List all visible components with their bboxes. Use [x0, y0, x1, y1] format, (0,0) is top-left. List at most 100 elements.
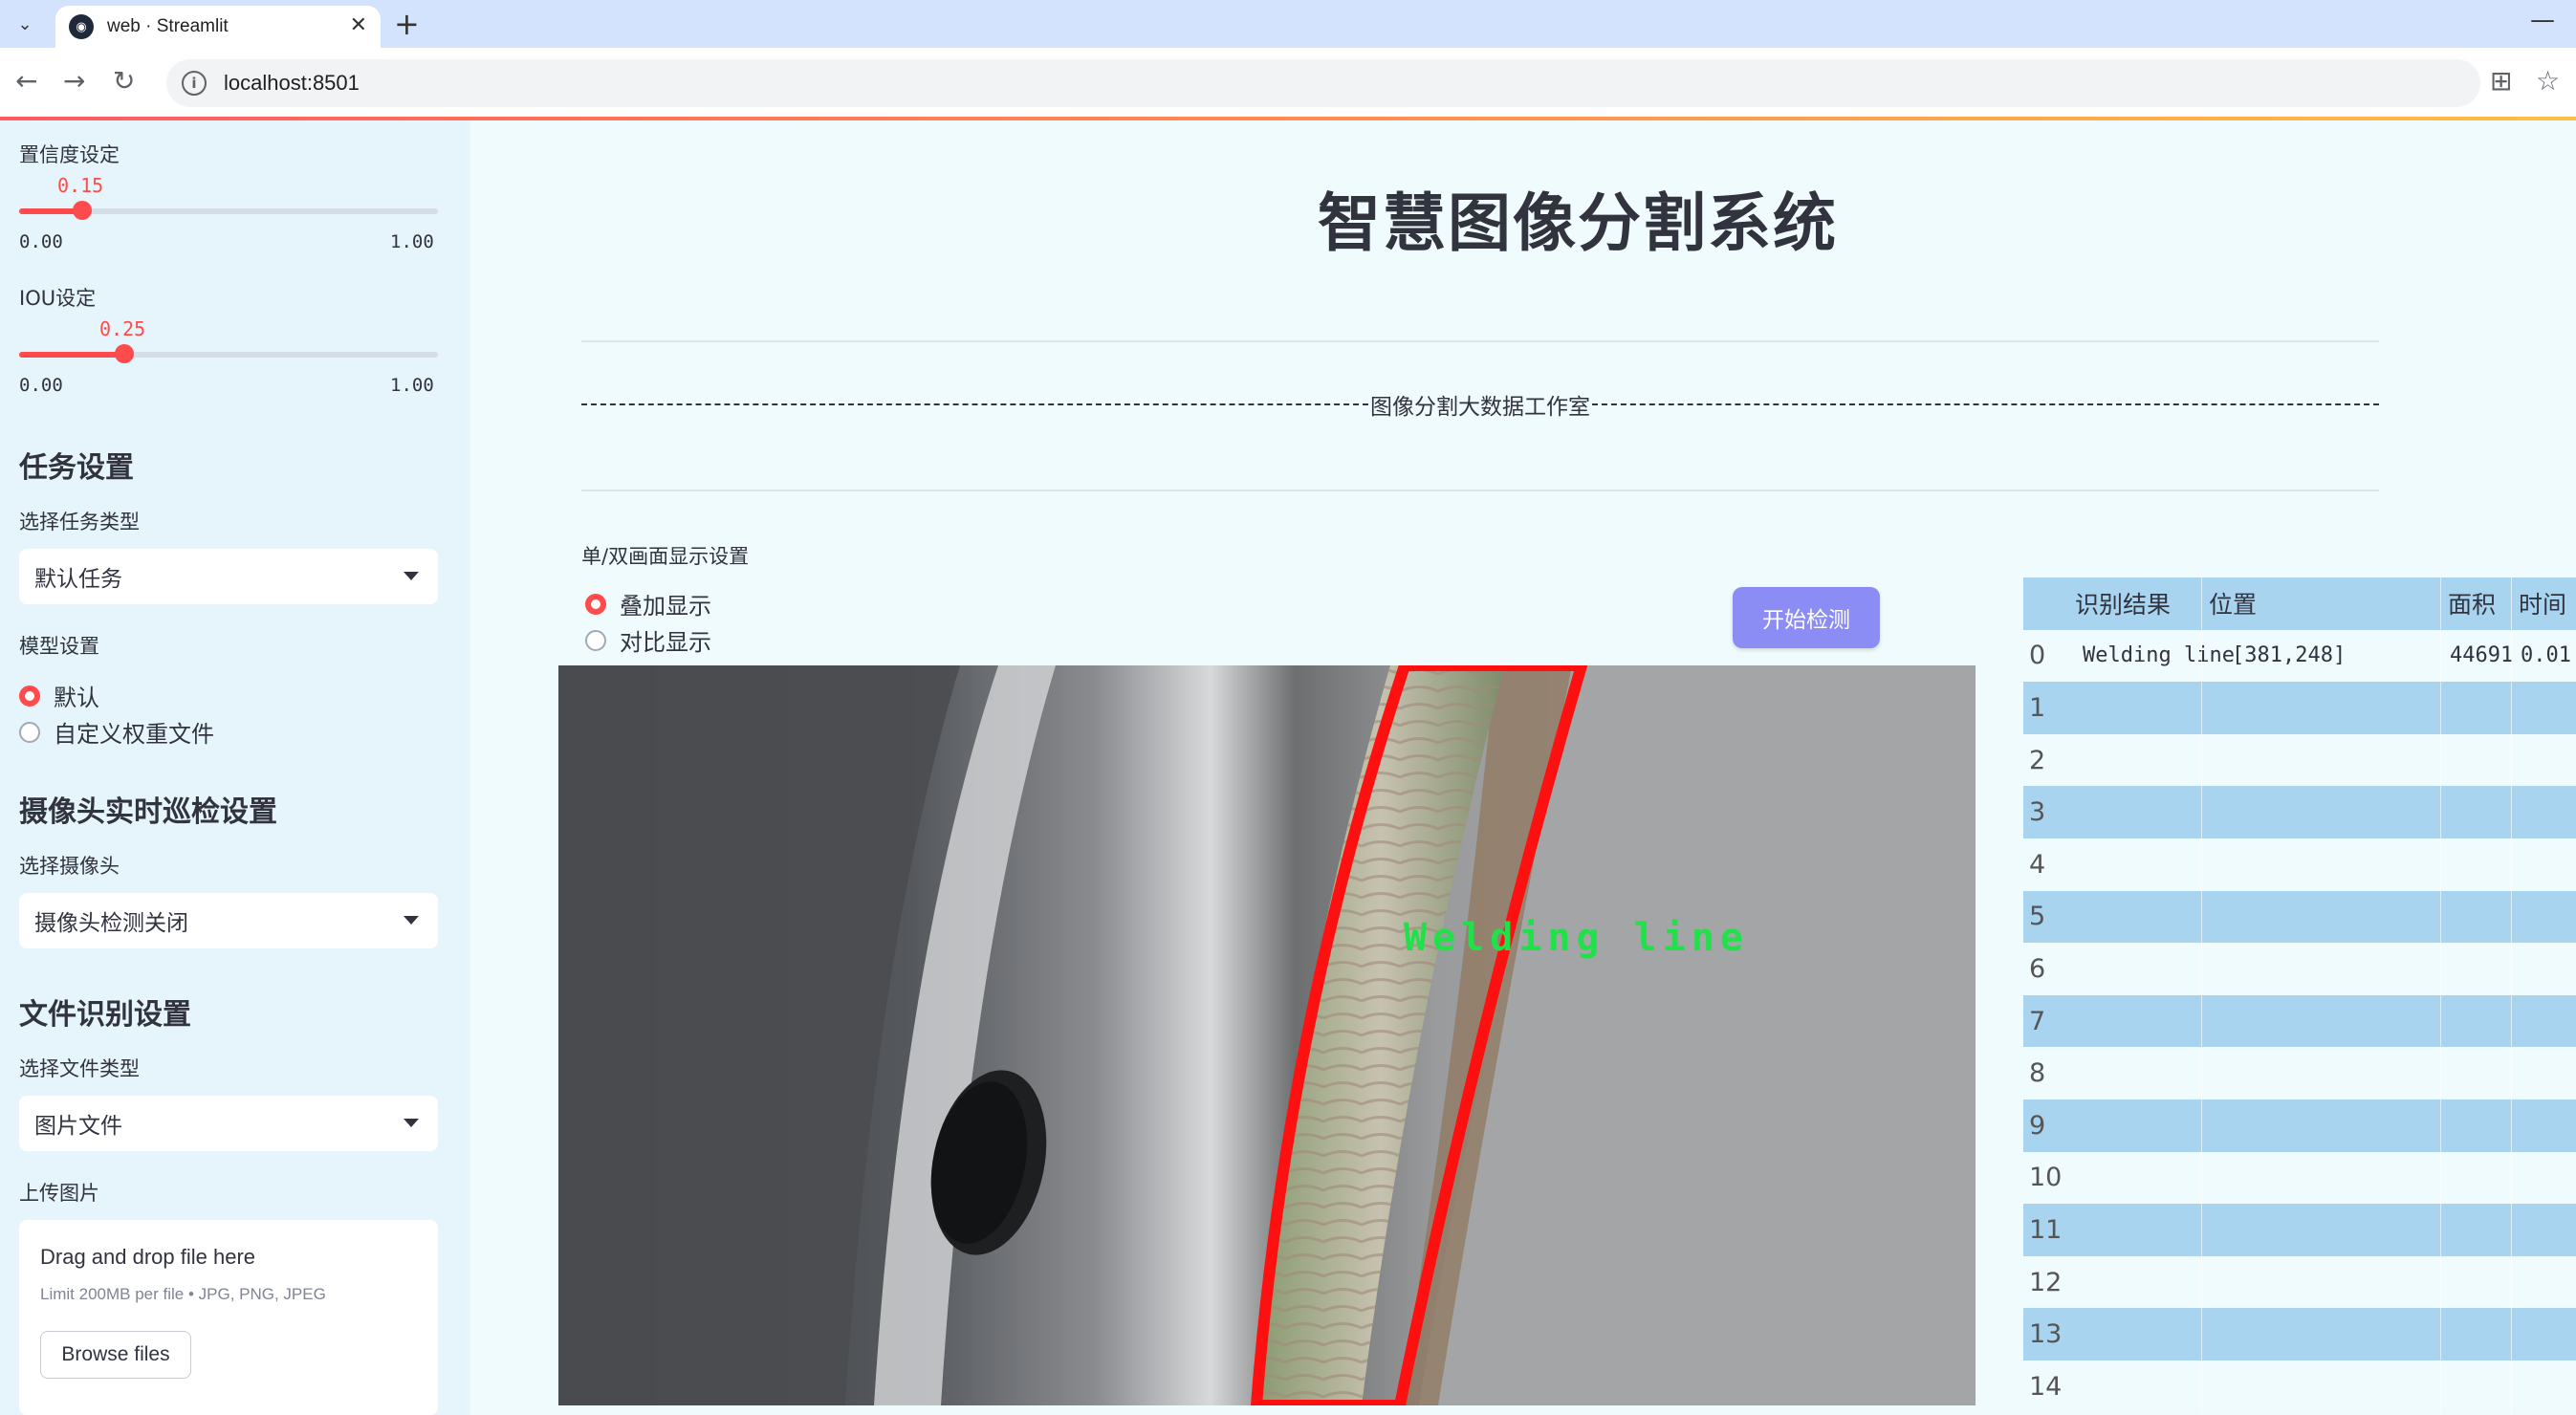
confidence-max: 1.00 [390, 231, 434, 252]
file-type-value: 图片文件 [34, 1114, 122, 1139]
mode-radio-overlay[interactable]: 叠加显示 [585, 587, 711, 620]
browser-tab-bar: ⌄ ◉ web · Streamlit ✕ + — [0, 0, 2576, 48]
table-row[interactable]: 11 [2023, 1204, 2576, 1256]
column-divider [2201, 943, 2202, 995]
iou-slider[interactable] [19, 344, 438, 363]
model-radio-default[interactable]: 默认 [19, 679, 99, 712]
camera-value: 摄像头检测关闭 [34, 911, 188, 936]
column-divider [2511, 1151, 2512, 1205]
iou-max: 1.00 [390, 375, 434, 396]
table-row[interactable]: 12 [2023, 1255, 2576, 1309]
iou-slider-thumb[interactable] [114, 344, 134, 363]
page-title: 智慧图像分割系统 [1318, 185, 1838, 260]
table-row[interactable]: 3 [2023, 786, 2576, 838]
column-divider [2440, 786, 2441, 838]
results-table[interactable]: 识别结果 位置 面积 时间 0 Welding line [381,248] 4469… [2023, 577, 2576, 1415]
back-arrow-icon[interactable]: ← [15, 65, 37, 97]
site-info-icon[interactable]: i [182, 71, 207, 96]
forward-arrow-icon[interactable]: → [63, 65, 85, 97]
row-index: 0 [2029, 641, 2046, 671]
column-divider [2440, 994, 2441, 1048]
bookmark-star-icon[interactable]: ☆ [2536, 65, 2560, 97]
model-option-label: 默认 [54, 685, 99, 711]
table-row[interactable]: 4 [2023, 838, 2576, 891]
table-row[interactable]: 14 [2023, 1361, 2576, 1413]
dropzone-limit: Limit 200MB per file • JPG, PNG, JPEG [40, 1285, 326, 1303]
column-divider [2440, 733, 2441, 787]
column-divider [2511, 786, 2512, 838]
column-divider [2201, 1151, 2202, 1205]
radio-selected-icon [585, 593, 606, 615]
mode-radio-compare[interactable]: 对比显示 [585, 623, 711, 657]
cell-result: Welding line [2083, 643, 2235, 668]
file-dropzone[interactable]: Drag and drop file here Limit 200MB per … [19, 1220, 438, 1415]
column-divider [2440, 1255, 2441, 1309]
column-divider [2511, 1204, 2512, 1256]
url-field[interactable]: i localhost:8501 [166, 59, 2480, 107]
row-index: 13 [2029, 1319, 2063, 1350]
column-divider [2511, 943, 2512, 995]
model-radio-custom[interactable]: 自定义权重文件 [19, 715, 214, 749]
table-row[interactable]: 9 [2023, 1099, 2576, 1152]
reload-icon[interactable]: ↻ [113, 65, 135, 97]
row-index: 11 [2029, 1214, 2063, 1245]
column-divider [2440, 1099, 2441, 1152]
column-divider [2440, 629, 2441, 683]
minimize-window-icon[interactable]: — [2530, 6, 2555, 34]
browser-tab[interactable]: ◉ web · Streamlit ✕ [55, 6, 381, 48]
address-bar-row: ← → ↻ i localhost:8501 ⊞ ☆ [0, 48, 2576, 119]
camera-label: 选择摄像头 [19, 855, 120, 878]
table-row[interactable]: 2 [2023, 733, 2576, 787]
iou-slider-fill [19, 352, 124, 358]
chevron-down-icon [404, 1119, 419, 1127]
column-divider [2201, 629, 2202, 683]
column-divider [2440, 838, 2441, 891]
column-header-area: 面积 [2448, 591, 2497, 620]
radio-unselected-icon [585, 629, 606, 651]
task-type-select[interactable]: 默认任务 [19, 549, 438, 604]
column-divider [2511, 577, 2512, 630]
row-index: 7 [2029, 1006, 2046, 1036]
tab-close-icon[interactable]: ✕ [350, 13, 367, 37]
table-row[interactable]: 8 [2023, 1047, 2576, 1099]
column-divider [2511, 838, 2512, 891]
browse-files-button[interactable]: Browse files [40, 1331, 191, 1379]
new-tab-icon[interactable]: + [394, 6, 420, 42]
iou-label: IOU设定 [19, 287, 97, 310]
column-divider [2511, 1099, 2512, 1152]
detection-result-image: Welding line [558, 665, 1976, 1405]
file-type-select[interactable]: 图片文件 [19, 1096, 438, 1151]
table-row[interactable]: 0 Welding line [381,248] 44691 0.01 [2023, 629, 2576, 683]
table-row[interactable]: 5 [2023, 890, 2576, 944]
start-detection-button[interactable]: 开始检测 [1733, 587, 1880, 648]
column-divider [2511, 994, 2512, 1048]
table-row[interactable]: 10 [2023, 1151, 2576, 1205]
translate-icon[interactable]: ⊞ [2490, 65, 2512, 97]
column-divider [2440, 1151, 2441, 1205]
column-divider [2440, 1308, 2441, 1361]
column-divider [2440, 577, 2441, 630]
model-label: 模型设置 [19, 635, 99, 658]
column-divider [2440, 1204, 2441, 1256]
column-divider [2201, 1204, 2202, 1256]
radio-unselected-icon [19, 721, 40, 743]
detection-overlay-label: Welding line [1404, 916, 1749, 960]
display-mode-label: 单/双画面显示设置 [581, 545, 750, 568]
table-row[interactable]: 6 [2023, 943, 2576, 995]
row-index: 8 [2029, 1058, 2046, 1089]
table-row[interactable]: 13 [2023, 1308, 2576, 1361]
confidence-slider-thumb[interactable] [72, 201, 92, 220]
confidence-label: 置信度设定 [19, 143, 120, 166]
row-index: 12 [2029, 1267, 2063, 1297]
column-divider [2201, 1255, 2202, 1309]
cell-area: 44691 [2450, 643, 2514, 668]
camera-select[interactable]: 摄像头检测关闭 [19, 893, 438, 948]
studio-banner: 图像分割大数据工作室 [581, 388, 2379, 421]
table-row[interactable]: 1 [2023, 682, 2576, 734]
confidence-slider[interactable] [19, 201, 438, 220]
tab-search-button[interactable]: ⌄ [8, 8, 42, 40]
column-divider [2201, 1099, 2202, 1152]
column-divider [2511, 1361, 2512, 1413]
table-row[interactable]: 7 [2023, 994, 2576, 1048]
row-index: 6 [2029, 953, 2046, 984]
